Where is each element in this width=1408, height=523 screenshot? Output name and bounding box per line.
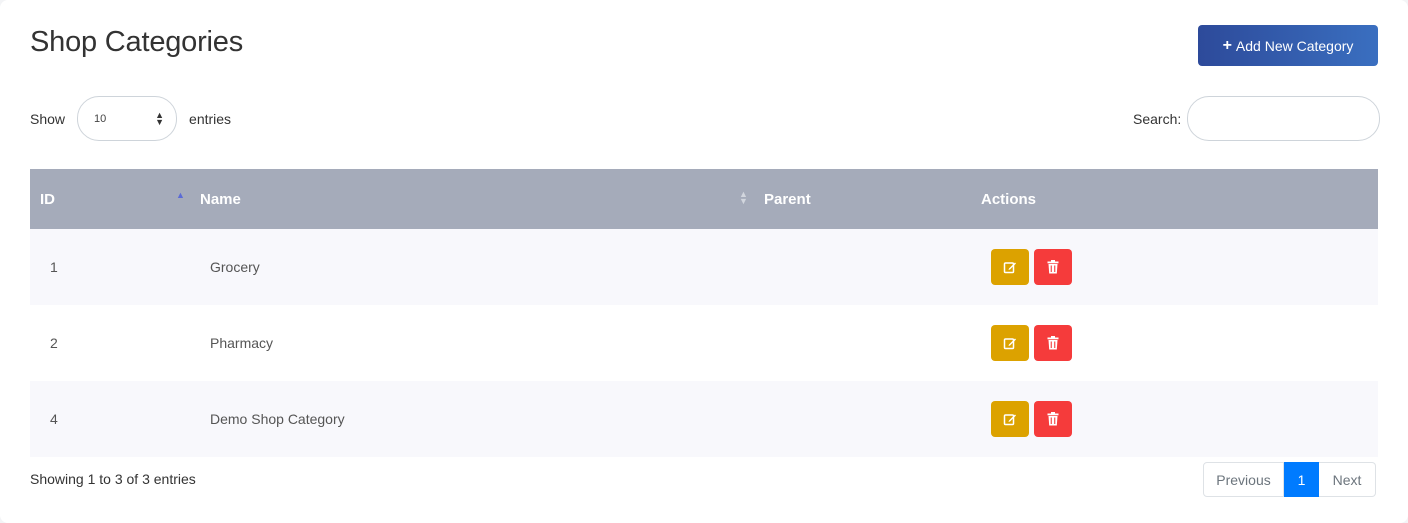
cell-id: 4 [50,411,58,427]
next-page-button[interactable]: Next [1319,462,1376,497]
edit-button[interactable] [991,325,1029,361]
add-new-category-button[interactable]: + Add New Category [1198,25,1378,66]
trash-icon [1047,336,1059,350]
sort-ascending-icon: ▲ [176,190,185,200]
table-info: Showing 1 to 3 of 3 entries [30,471,196,487]
edit-button[interactable] [991,249,1029,285]
column-header-parent[interactable]: Parent [764,169,964,229]
cell-name: Grocery [210,259,260,275]
edit-icon [1003,338,1016,350]
column-header-actions: Actions [981,169,1281,229]
page-button-current[interactable]: 1 [1284,462,1319,497]
entries-per-page-value: 10 [94,112,107,125]
table-row: 2 Pharmacy [30,305,1378,381]
cell-actions [991,381,1072,457]
previous-page-button[interactable]: Previous [1203,462,1284,497]
column-header-id[interactable]: ID [40,169,190,229]
delete-button[interactable] [1034,401,1072,437]
search-label: Search: [1133,110,1182,127]
content-card: Shop Categories + Add New Category Show … [0,0,1408,523]
trash-icon [1047,260,1059,274]
cell-name: Pharmacy [210,335,274,351]
show-label: Show [30,110,66,127]
cell-actions [991,305,1072,381]
edit-icon [1003,262,1016,274]
cell-actions [991,229,1072,305]
cell-id: 1 [50,259,58,275]
table-row: 4 Demo Shop Category [30,381,1378,457]
select-caret-icon: ▲ ▼ [155,109,165,127]
plus-icon: + [1222,36,1232,54]
sort-both-icon: ▲ ▼ [739,189,748,206]
edit-button[interactable] [991,401,1029,437]
entries-label: entries [189,110,232,127]
cell-id: 2 [50,335,58,351]
table-row: 1 Grocery [30,229,1378,305]
table-header: ID ▲ Name ▲ ▼ Parent Actions [30,169,1378,229]
column-header-name[interactable]: Name [200,169,750,229]
add-new-category-label: Add New Category [1235,37,1354,54]
column-header-parent-label: Parent [764,190,811,208]
page-title: Shop Categories [30,26,244,58]
search-control: Search: [1133,96,1381,141]
delete-button[interactable] [1034,325,1072,361]
trash-icon [1047,412,1059,426]
column-header-name-label: Name [200,190,241,208]
cell-name: Demo Shop Category [210,411,345,427]
categories-table: ID ▲ Name ▲ ▼ Parent Actions 1 Grocery 2… [30,169,1378,457]
delete-button[interactable] [1034,249,1072,285]
edit-icon [1003,414,1016,426]
column-header-id-label: ID [40,190,55,208]
search-input[interactable] [1187,96,1381,141]
entries-length-control: Show 10 ▲ ▼ entries [30,96,231,141]
pagination: Previous 1 Next [1203,462,1376,497]
entries-per-page-select[interactable]: 10 ▲ ▼ [77,96,178,141]
column-header-actions-label: Actions [981,190,1037,208]
